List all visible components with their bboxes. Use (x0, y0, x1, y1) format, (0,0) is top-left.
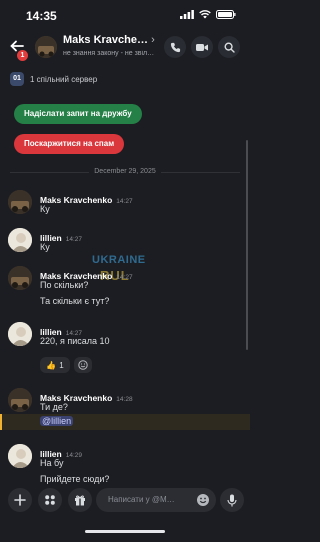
avatar[interactable] (8, 266, 32, 290)
battery-icon (216, 10, 236, 19)
send-friend-request-button[interactable]: Надіслати запит на дружбу (14, 104, 142, 124)
message-text: На бу (40, 458, 64, 468)
avatar[interactable] (8, 444, 32, 468)
gift-icon (75, 495, 85, 506)
search-icon (223, 41, 235, 53)
wifi-icon (199, 10, 211, 19)
chat-header: 1 Maks Kravche… › не знання закону - не … (0, 26, 250, 68)
status-bar: 14:35 (0, 0, 250, 26)
phone-icon (170, 42, 180, 52)
avatar[interactable] (35, 36, 57, 58)
message-input-placeholder: Написати у @M… (108, 495, 175, 504)
status-time: 14:35 (26, 9, 57, 23)
add-reaction-button[interactable] (74, 357, 92, 373)
author-name[interactable]: Maks Kravchenko (40, 195, 112, 205)
apps-button[interactable] (38, 488, 62, 512)
add-reaction-icon (78, 360, 88, 370)
mutual-servers[interactable]: 01 1 спільний сервер (10, 72, 97, 86)
signal-icon (180, 10, 194, 19)
server-icon: 01 (10, 72, 24, 86)
voice-call-button[interactable] (164, 36, 186, 58)
date-divider: December 29, 2025 (0, 168, 250, 175)
timestamp: 14:27 (65, 236, 83, 243)
mutual-servers-label: 1 спільний сервер (30, 74, 98, 84)
mention-highlight (0, 414, 250, 430)
report-spam-button[interactable]: Поскаржитися на спам (14, 134, 125, 154)
apps-icon (45, 495, 55, 505)
emoji-icon[interactable] (196, 493, 210, 507)
timestamp: 14:28 (116, 396, 133, 403)
microphone-icon (227, 494, 237, 506)
message-composer: Написати у @M… (0, 484, 250, 542)
chat-subtitle: не знання закону - не звіл… (63, 50, 155, 57)
timestamp: 14:27 (116, 274, 133, 281)
message-text: Та скільки є тут? (40, 296, 110, 306)
voice-message-button[interactable] (220, 488, 244, 512)
message-text: Ку (40, 204, 50, 214)
user-mention[interactable]: @lillien (40, 416, 74, 426)
message-text: Ку (40, 242, 50, 252)
message-text: По скільки? (40, 280, 89, 290)
video-camera-icon (196, 43, 208, 51)
message-text: Ти де? (40, 402, 68, 412)
thumbs-up-icon: 👍 (46, 360, 57, 370)
plus-icon (14, 494, 26, 506)
message-text: 220, я писала 10 (40, 336, 110, 346)
timestamp: 14:29 (65, 452, 83, 459)
home-indicator (85, 530, 165, 533)
unread-badge: 1 (17, 50, 28, 61)
avatar[interactable] (8, 322, 32, 346)
avatar[interactable] (8, 190, 32, 214)
chevron-right-icon: › (151, 34, 155, 46)
avatar[interactable] (8, 228, 32, 252)
message-input[interactable]: Написати у @M… (96, 488, 216, 512)
reaction-count: 1 (59, 360, 64, 370)
video-call-button[interactable] (191, 36, 213, 58)
attach-button[interactable] (8, 488, 32, 512)
avatar[interactable] (8, 388, 32, 412)
search-button[interactable] (218, 36, 240, 58)
gift-button[interactable] (68, 488, 92, 512)
timestamp: 14:27 (116, 198, 133, 205)
status-icons (180, 10, 236, 19)
message-text: Прийдете сюди? (40, 474, 110, 484)
reaction-thumbs-up[interactable]: 👍 1 (40, 357, 70, 373)
chat-title[interactable]: Maks Kravche… › (63, 34, 155, 46)
